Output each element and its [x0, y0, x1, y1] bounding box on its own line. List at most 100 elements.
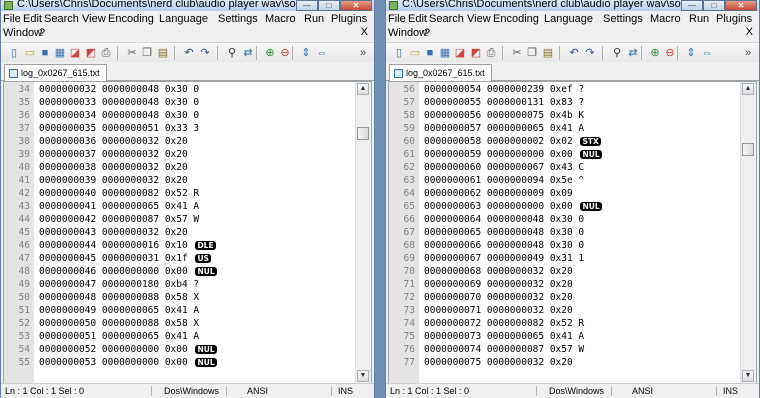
toolbar-overflow-icon[interactable]: »: [741, 46, 755, 60]
close-document-x[interactable]: X: [746, 26, 753, 38]
copy-icon[interactable]: ❐: [525, 46, 539, 60]
menu-help[interactable]: ?: [39, 27, 45, 39]
menu-language[interactable]: Language: [159, 13, 208, 25]
menu-language[interactable]: Language: [544, 13, 593, 25]
undo-icon[interactable]: ↶: [182, 46, 196, 60]
close-all-icon[interactable]: ◩: [469, 46, 483, 60]
print-icon[interactable]: ⎙: [484, 46, 498, 60]
scroll-down-arrow[interactable]: ▼: [742, 370, 754, 382]
scroll-thumb[interactable]: [742, 143, 754, 156]
menu-macro[interactable]: Macro: [650, 13, 681, 25]
zoom-in-icon[interactable]: ⊕: [648, 46, 662, 60]
scroll-up-arrow[interactable]: ▲: [742, 83, 754, 95]
title-bar[interactable]: C:\Users\Chris\Documents\nerd club\audio…: [386, 0, 759, 11]
close-button[interactable]: ✕: [725, 0, 757, 11]
menu-edit[interactable]: Edit: [408, 13, 427, 25]
zoom-in-icon[interactable]: ⊕: [263, 46, 277, 60]
cut-icon[interactable]: ✂: [510, 46, 524, 60]
menu-search[interactable]: Search: [44, 13, 79, 25]
menu-window[interactable]: Window: [388, 27, 427, 39]
scroll-down-arrow[interactable]: ▼: [357, 370, 369, 382]
menu-encoding[interactable]: Encoding: [108, 13, 154, 25]
sync-horizontal-icon[interactable]: ⇔: [315, 46, 329, 60]
scroll-thumb[interactable]: [357, 127, 369, 140]
editor-line: 44 0000000042 0000000087 0x57 W: [4, 213, 356, 226]
title-bar[interactable]: C:\Users\Chris\Documents\nerd club\audio…: [1, 0, 374, 11]
document-tab[interactable]: log_0x0267_615.txt: [4, 64, 107, 81]
editor-line: 69 0000000067 0000000049 0x31 1: [389, 252, 741, 265]
line-text: 0000000056 0000000075 0x4b K: [424, 110, 585, 121]
sync-horizontal-icon[interactable]: ⇔: [700, 46, 714, 60]
print-icon[interactable]: ⎙: [99, 46, 113, 60]
copy-icon[interactable]: ❐: [140, 46, 154, 60]
menu-settings[interactable]: Settings: [603, 13, 643, 25]
paste-icon[interactable]: ▤: [541, 46, 555, 60]
undo-icon[interactable]: ↶: [567, 46, 581, 60]
line-text: 0000000067 0000000049 0x31 1: [424, 253, 585, 264]
menu-file[interactable]: File: [3, 13, 21, 25]
text-editor[interactable]: 56 0000000054 0000000239 0xef ? 57 00000000…: [388, 81, 757, 384]
editor-line: 54 0000000052 0000000000 0x00 NUL: [4, 343, 356, 356]
line-number: 61: [403, 149, 415, 160]
paste-icon[interactable]: ▤: [156, 46, 170, 60]
menu-file[interactable]: File: [388, 13, 406, 25]
line-number: 77: [403, 357, 415, 368]
maximize-button[interactable]: □: [318, 0, 340, 11]
save-all-icon[interactable]: ▦: [53, 46, 67, 60]
line-text: 0000000046 0000000000 0x00 NUL: [39, 266, 217, 277]
menu-window[interactable]: Window: [3, 27, 42, 39]
menu-edit[interactable]: Edit: [23, 13, 42, 25]
menu-view[interactable]: View: [82, 13, 106, 25]
save-all-icon[interactable]: ▦: [438, 46, 452, 60]
sync-vertical-icon[interactable]: ⇕: [684, 46, 698, 60]
menu-help[interactable]: ?: [424, 27, 430, 39]
close-icon[interactable]: ◪: [453, 46, 467, 60]
document-tab[interactable]: log_0x0267_615.txt: [389, 64, 492, 81]
replace-icon[interactable]: ⇄: [626, 46, 640, 60]
zoom-out-icon[interactable]: ⊖: [663, 46, 677, 60]
open-file-icon[interactable]: ▭: [23, 46, 37, 60]
vertical-scrollbar[interactable]: ▲ ▼: [740, 82, 756, 383]
menu-settings[interactable]: Settings: [218, 13, 258, 25]
menu-encoding[interactable]: Encoding: [493, 13, 539, 25]
toolbar-overflow-icon[interactable]: »: [356, 46, 370, 60]
new-file-icon[interactable]: ▯: [7, 46, 21, 60]
control-char-badge: NUL: [195, 345, 217, 354]
cut-icon[interactable]: ✂: [125, 46, 139, 60]
menu-run[interactable]: Run: [689, 13, 709, 25]
open-file-icon[interactable]: ▭: [408, 46, 422, 60]
status-divider: [226, 386, 227, 396]
replace-icon[interactable]: ⇄: [241, 46, 255, 60]
close-icon[interactable]: ◪: [68, 46, 82, 60]
find-icon[interactable]: ⚲: [225, 46, 239, 60]
redo-icon[interactable]: ↷: [198, 46, 212, 60]
menu-view[interactable]: View: [467, 13, 491, 25]
status-divider: [536, 386, 537, 396]
zoom-out-icon[interactable]: ⊖: [278, 46, 292, 60]
editor-line: 67 0000000065 0000000048 0x30 0: [389, 226, 741, 239]
close-button[interactable]: ✕: [340, 0, 372, 11]
sync-vertical-icon[interactable]: ⇕: [299, 46, 313, 60]
save-icon[interactable]: ■: [38, 46, 52, 60]
minimize-button[interactable]: —: [681, 0, 703, 11]
editor-line: 70 0000000068 0000000032 0x20: [389, 265, 741, 278]
menu-search[interactable]: Search: [429, 13, 464, 25]
menu-plugins[interactable]: Plugins: [331, 13, 367, 25]
text-editor[interactable]: 34 0000000032 0000000048 0x30 0 35 00000000…: [3, 81, 372, 384]
redo-icon[interactable]: ↷: [583, 46, 597, 60]
maximize-button[interactable]: □: [703, 0, 725, 11]
menu-macro[interactable]: Macro: [265, 13, 296, 25]
minimize-button[interactable]: —: [296, 0, 318, 11]
menu-run[interactable]: Run: [304, 13, 324, 25]
scroll-up-arrow[interactable]: ▲: [357, 83, 369, 95]
vertical-scrollbar[interactable]: ▲ ▼: [355, 82, 371, 383]
save-icon[interactable]: ■: [423, 46, 437, 60]
line-number: 73: [403, 305, 415, 316]
close-document-x[interactable]: X: [361, 26, 368, 38]
find-icon[interactable]: ⚲: [610, 46, 624, 60]
close-all-icon[interactable]: ◩: [84, 46, 98, 60]
menu-plugins[interactable]: Plugins: [716, 13, 752, 25]
new-file-icon[interactable]: ▯: [392, 46, 406, 60]
line-number: 70: [403, 266, 415, 277]
line-number: 57: [403, 97, 415, 108]
